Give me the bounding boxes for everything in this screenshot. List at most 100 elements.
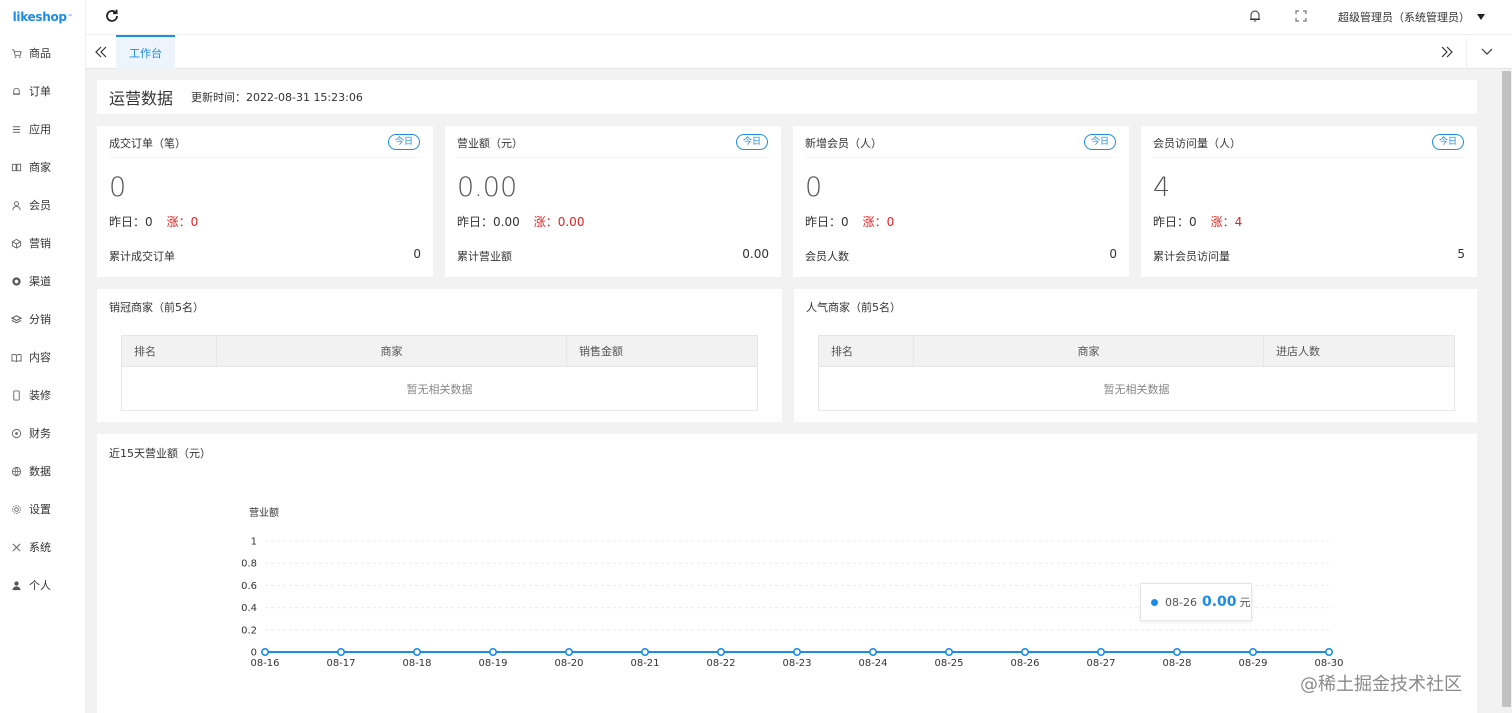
watermark: @稀土掘金技术社区 [1300,674,1462,695]
table-header: 排名 [121,335,217,367]
x-tick-label: 08-18 [402,658,431,669]
sidebar-item[interactable]: 渠道 [0,262,85,300]
x-tick-label: 08-26 [1010,658,1039,669]
popular-rank-table: 排名 商家 进店人数 暂无相关数据 [818,335,1455,411]
sidebar-item[interactable]: 个人 [0,566,85,604]
stat-yesterday-row: 昨日：0 涨：4 [1153,213,1242,230]
channel-icon [10,275,22,287]
sidebar-item[interactable]: 商品 [0,34,85,72]
user-menu[interactable]: 超级管理员（系统管理员） [1338,9,1485,25]
stat-yesterday-row: 昨日：0 涨：0 [805,213,894,230]
ops-title: 运营数据 [109,89,174,108]
stat-total-label: 累计成交订单 [109,250,175,263]
y-tick-label: 0.4 [241,603,257,614]
sidebar-item-label: 个人 [29,579,51,592]
sidebar-item[interactable]: 内容 [0,338,85,376]
stat-divider [1153,157,1465,158]
y-tick-label: 0 [251,648,257,659]
coin-icon [10,427,22,439]
sidebar-item[interactable]: 应用 [0,110,85,148]
fullscreen-icon[interactable] [1294,9,1308,23]
chart-tooltip: 08-26 0.00 元 [1140,583,1252,621]
table-header: 排名 [818,335,914,367]
stat-badge: 今日 [1431,134,1464,150]
sidebar-item[interactable]: 营销 [0,224,85,262]
data-point [1020,648,1029,657]
stat-total-value: 5 [1457,247,1465,261]
sidebar-item[interactable]: 设置 [0,490,85,528]
caret-down-icon [1477,14,1485,20]
scrollbar-thumb[interactable] [1502,71,1511,707]
tooltip-date: 08-26 [1165,595,1197,609]
chevron-down-icon[interactable] [1478,43,1496,61]
sales-rank-card: 销冠商家（前5名） 排名 商家 销售金额 暂无相关数据 [97,289,782,422]
sidebar-item[interactable]: 分销 [0,300,85,338]
sidebar-item-label: 商家 [29,161,51,174]
sidebar-item-label: 营销 [29,237,51,250]
y-axis-label: 营业额 [249,506,279,519]
stat-yesterday: 昨日：0 [1153,215,1197,229]
y-tick-label: 0.6 [241,581,257,592]
bell-icon[interactable] [1248,9,1262,23]
sidebar-item-label: 会员 [29,199,51,212]
stat-rise: 涨：0.00 [533,215,585,229]
sidebar: likeshop ™ 商品订单应用商家会员营销渠道 分销 内容 装修财务数据 设置系统个人 [0,0,86,713]
globe-icon [10,465,22,477]
x-tick-label: 08-28 [1162,658,1191,669]
double-chevron-right-icon[interactable] [1438,43,1456,61]
layers-icon [10,313,22,325]
y-tick-label: 1 [251,537,257,548]
sidebar-item[interactable]: 订单 [0,72,85,110]
sidebar-item[interactable]: 会员 [0,186,85,224]
data-point [716,648,725,657]
stat-total-value: 0 [1109,247,1117,261]
sidebar-item-label: 订单 [29,85,51,98]
table-header: 商家 [216,335,567,367]
data-point [1173,648,1182,657]
tools-icon [10,541,22,553]
tab-workbench[interactable]: 工作台 [116,35,175,69]
sidebar-item[interactable]: 装修 [0,376,85,414]
stat-badge: 今日 [735,134,768,150]
stat-label: 营业额（元） [457,137,523,150]
table-header: 进店人数 [1263,335,1455,367]
tooltip-unit: 元 [1239,596,1251,609]
stat-yesterday: 昨日：0 [805,215,849,229]
sidebar-item-label: 财务 [29,427,51,440]
logo-text: likeshop [12,10,67,24]
refresh-icon[interactable] [104,8,120,24]
stat-divider [457,157,769,158]
scrollbar[interactable] [1501,69,1512,713]
x-tick-label: 08-16 [250,658,279,669]
person-icon [10,579,22,591]
cart-icon [10,47,22,59]
trend-chart: 营业额 0 0.2 0.4 0.6 0.8 1 08-16 08-17 08-18 08-19 08-… [241,506,1343,669]
popular-rank-card: 人气商家（前5名） 排名 商家 进店人数 暂无相关数据 [794,289,1477,422]
user-name: 超级管理员（系统管理员） [1338,11,1470,24]
sidebar-item[interactable]: 系统 [0,528,85,566]
sidebar-item[interactable]: 财务 [0,414,85,452]
sidebar-menu: 商品订单应用商家会员营销渠道 分销 内容 装修财务数据 设置系统个人 [0,34,85,604]
double-chevron-left-icon[interactable] [92,43,110,61]
x-tick-label: 08-22 [706,658,735,669]
sidebar-item-label: 系统 [29,541,51,554]
x-tick-label: 08-24 [858,658,887,669]
stat-card: 成交订单（笔） 今日 0 昨日：0 涨：0 累计成交订单 0 [97,126,433,277]
stat-yesterday: 昨日：0.00 [457,215,520,229]
stat-value: 4 [1153,172,1171,203]
sidebar-item[interactable]: 数据 [0,452,85,490]
topbar: 超级管理员（系统管理员） [86,0,1512,34]
sidebar-item[interactable]: 商家 [0,148,85,186]
list-icon [10,123,22,135]
update-time: 更新时间：2022-08-31 15:23:06 [191,91,363,104]
stat-divider [109,157,421,158]
x-tick-label: 08-27 [1086,658,1115,669]
x-tick-label: 08-30 [1314,658,1343,669]
store-icon [10,161,22,173]
data-point [944,648,953,657]
stat-badge: 今日 [387,134,420,150]
stat-rise: 涨：4 [1210,215,1243,229]
logo[interactable]: likeshop ™ [0,0,85,34]
y-tick-label: 0.8 [241,559,257,570]
x-tick-label: 08-19 [478,658,507,669]
